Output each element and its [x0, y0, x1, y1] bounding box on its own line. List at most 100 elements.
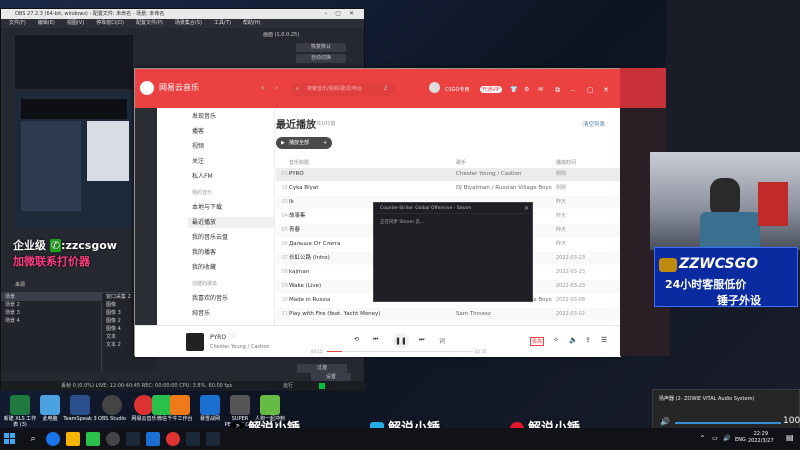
player-bar: PYRO ♡ Chester Young / Castion ⟲ ⏮ ❚❚ ⏭ …	[135, 325, 621, 357]
sidebar-item-discover[interactable]: 发现音乐	[188, 111, 274, 122]
mail-icon[interactable]: ✉	[538, 86, 543, 93]
network-icon[interactable]: ▭	[712, 435, 718, 442]
menu-file[interactable]: 文件(F)	[9, 20, 26, 26]
menu-docks[interactable]: 停靠窗口(D)	[96, 20, 124, 26]
mini-mode-icon[interactable]: ⧉	[555, 86, 560, 95]
scene-item[interactable]: 场景 3	[1, 309, 101, 317]
row-time: 2022-03-02	[556, 311, 586, 317]
quality-badge[interactable]: 极高	[530, 337, 545, 346]
close-icon[interactable]: ✕	[603, 86, 609, 94]
col-header-artist[interactable]: 歌手	[456, 159, 466, 166]
next-icon[interactable]: ⏭	[419, 336, 424, 344]
forward-icon[interactable]: ›	[275, 83, 278, 92]
sidebar-item-liked[interactable]: 我喜欢的音乐	[188, 293, 274, 304]
sidebar-item-podcast[interactable]: 播客	[188, 126, 274, 137]
taskbar-app-chrome[interactable]	[46, 432, 60, 446]
input-language[interactable]: ENG	[735, 437, 746, 443]
playlist-icon[interactable]: ☰	[601, 336, 607, 344]
progress-bar[interactable]	[327, 351, 473, 352]
taskbar-app-obs[interactable]	[106, 432, 120, 446]
speaker-icon[interactable]: 🔊	[660, 417, 670, 426]
avatar[interactable]	[429, 82, 440, 93]
lyric-button[interactable]: 词	[439, 336, 445, 345]
add-icon[interactable]: +	[323, 137, 327, 149]
tray-volume-icon[interactable]: 🔊	[723, 435, 730, 442]
col-header-title[interactable]: 音乐标题	[289, 159, 309, 166]
table-row[interactable]: 11 Play with Fire (feat. Yacht Money) Sam …	[276, 308, 621, 321]
taskbar-app-netease[interactable]	[166, 432, 180, 446]
sidebar-item-recent[interactable]: 最近播放	[188, 217, 274, 228]
menu-tools[interactable]: 工具(T)	[214, 20, 231, 26]
share-icon[interactable]: ⇪	[585, 336, 591, 344]
like-icon[interactable]: ♡	[231, 333, 236, 340]
audio-device[interactable]: 扬声器 (2- ZOWIE VITAL Audio System)	[659, 395, 754, 402]
taskbar-app-steam[interactable]	[126, 432, 140, 446]
menu-profile[interactable]: 配置文件(P)	[136, 20, 163, 26]
album-cover[interactable]	[186, 333, 204, 351]
search-icon[interactable]: ⌕	[26, 432, 40, 446]
tray-arrow-icon[interactable]: ^	[700, 435, 705, 442]
maximize-icon[interactable]: ▢	[587, 86, 594, 94]
sidebar-item-follow[interactable]: 关注	[188, 156, 274, 167]
row-title[interactable]: Cyka Blyat	[289, 182, 439, 195]
row-title[interactable]: Play with Fire (feat. Yacht Money)	[289, 308, 439, 321]
scene-item[interactable]: 场景 4	[1, 317, 101, 325]
obs-titlebar[interactable]: OBS 27.2.3 (64-bit, windows) - 配置文件: 未命名…	[1, 9, 364, 19]
row-artist[interactable]: Chester Young / Castion	[456, 168, 556, 181]
desktop-icon-teamspeak[interactable]: TeamSpeak 3	[62, 395, 98, 423]
taskbar-app-folder[interactable]	[66, 432, 80, 446]
taskbar-app-wechat[interactable]	[86, 432, 100, 446]
auto-switch-button[interactable]: 自动切换	[296, 54, 346, 63]
prev-icon[interactable]: ⏮	[373, 336, 378, 344]
sidebar-item-favorites[interactable]: 我的收藏	[188, 262, 274, 273]
table-row[interactable]: 01 PYRO Chester Young / Castion 刚刚	[276, 168, 621, 181]
pause-button[interactable]: ❚❚	[393, 333, 409, 349]
back-icon[interactable]: ‹	[261, 83, 264, 92]
taskbar-app-csgo[interactable]	[186, 432, 200, 446]
transition-button[interactable]: 过渡	[297, 364, 347, 373]
skin-icon[interactable]: 👕	[510, 86, 517, 93]
menu-edit[interactable]: 编辑(E)	[38, 20, 55, 26]
effects-icon[interactable]: ✧	[553, 336, 559, 344]
user-name[interactable]: CSGO专用	[445, 86, 469, 93]
sidebar-item-pure-music[interactable]: 纯音乐	[188, 308, 274, 319]
row-number: 08	[281, 269, 288, 275]
row-title[interactable]: PYRO	[289, 168, 439, 181]
voice-search-icon[interactable]: ♪	[379, 82, 392, 95]
sidebar-item-my-podcast[interactable]: 我的播客	[188, 247, 274, 258]
menu-scene-collection[interactable]: 场景集合(S)	[175, 20, 202, 26]
notification-icon[interactable]: ▤	[786, 433, 794, 442]
row-artist[interactable]: Sam Tinnesz	[456, 308, 556, 321]
clear-list-button[interactable]: 清空列表	[583, 120, 605, 128]
reset-default-button[interactable]: 恢复默认	[296, 43, 346, 52]
window-controls[interactable]: –▢✕	[324, 9, 362, 19]
obs-mini-preview	[15, 35, 133, 89]
loop-icon[interactable]: ⟲	[354, 336, 359, 343]
sidebar-item-cloud[interactable]: 我的音乐云盘	[188, 232, 274, 243]
now-playing-artist[interactable]: Chester Young / Castion	[210, 344, 270, 350]
desktop-icon-obs[interactable]: OBS Studio	[94, 395, 130, 423]
now-playing-title[interactable]: PYRO	[210, 334, 226, 341]
close-icon[interactable]: ✕	[524, 205, 529, 212]
sidebar-item-fm[interactable]: 私人FM	[188, 171, 274, 182]
start-button[interactable]	[4, 433, 16, 445]
settings-icon[interactable]: ⚙	[524, 86, 529, 93]
minimize-icon[interactable]: –	[571, 86, 575, 94]
sidebar-item-video[interactable]: 视频	[188, 141, 274, 152]
volume-value: 100	[783, 416, 800, 426]
row-artist[interactable]: DJ Blyatman / Russian Village Boys	[456, 182, 556, 195]
taskbar-app-battlenet[interactable]	[146, 432, 160, 446]
play-all-button[interactable]: ▶ 播放全部 +	[276, 137, 332, 149]
col-header-time[interactable]: 播放时间	[556, 159, 576, 166]
clock[interactable]: 22:29 2022/3/27	[748, 431, 774, 444]
vip-badge[interactable]: 开通VIP	[480, 86, 502, 93]
volume-icon[interactable]: 🔈	[569, 336, 578, 344]
taskbar-app-steam-2[interactable]	[206, 432, 220, 446]
scene-item[interactable]: 场景 2	[1, 301, 101, 309]
menu-view[interactable]: 视图(V)	[67, 20, 84, 26]
sidebar-item-local[interactable]: 本地与下载	[188, 202, 274, 213]
table-row[interactable]: 02 Cyka Blyat DJ Blyatman / Russian Villag…	[276, 182, 621, 195]
netease-sidebar: 发现音乐 播客 视频 关注 私人FM 我的音乐 本地与下载 最近播放 我的音乐云…	[135, 108, 275, 325]
scene-item[interactable]: 场景	[1, 293, 101, 301]
menu-help[interactable]: 帮助(H)	[243, 20, 261, 26]
